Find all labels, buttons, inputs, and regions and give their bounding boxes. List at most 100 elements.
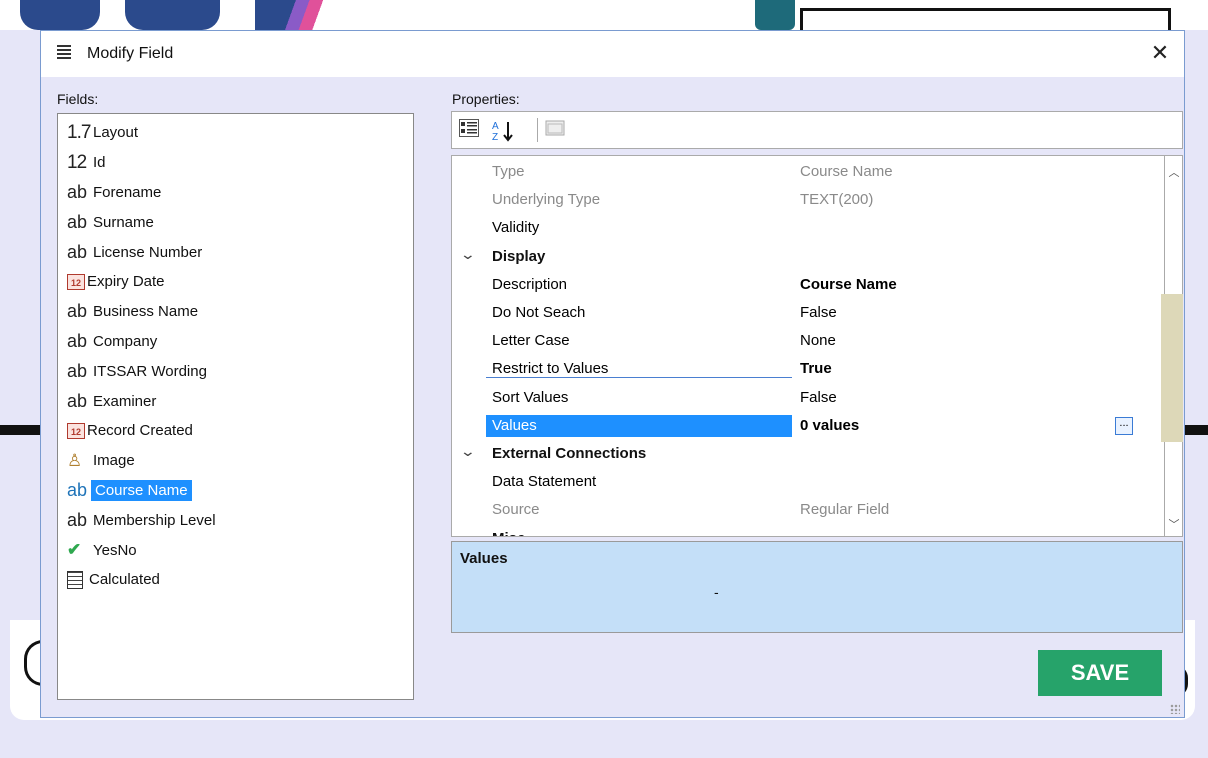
- property-name: Restrict to Values: [486, 360, 792, 379]
- property-name: External Connections: [492, 445, 647, 462]
- field-item-label: Image: [93, 452, 135, 470]
- field-item[interactable]: ab License Number: [58, 237, 413, 267]
- property-category[interactable]: ⌄ Display: [452, 243, 1152, 271]
- fields-list[interactable]: 1.7 Layout 12 Id ab Forename ab Surname ab Licens…: [57, 113, 414, 700]
- close-button[interactable]: ✕: [1148, 41, 1172, 65]
- property-row[interactable]: Type Course Name: [452, 158, 1152, 186]
- property-value[interactable]: True: [800, 360, 832, 377]
- field-item[interactable]: ab Company: [58, 327, 413, 357]
- resize-grip-icon[interactable]: [1170, 704, 1180, 714]
- scrollbar-thumb[interactable]: [1161, 294, 1183, 442]
- field-item-label: Business Name: [93, 303, 199, 321]
- background-app-tab: [125, 0, 220, 30]
- field-item-label: Record Created: [87, 422, 193, 440]
- property-row[interactable]: Letter Case None: [452, 327, 1152, 355]
- property-row[interactable]: Validity: [452, 214, 1152, 242]
- property-value[interactable]: False: [800, 304, 837, 321]
- field-item-label: Company: [93, 332, 158, 350]
- ellipsis-button[interactable]: ...: [1115, 416, 1133, 435]
- background-app-line: [1185, 425, 1208, 435]
- description-title: Values: [460, 550, 508, 567]
- property-value[interactable]: TEXT(200): [800, 191, 873, 208]
- number-type-icon: 1.7: [67, 121, 91, 143]
- categorized-view-icon[interactable]: [458, 119, 480, 141]
- field-item[interactable]: 12 Expiry Date: [58, 267, 413, 297]
- property-row[interactable]: Values0 values...➚: [452, 412, 1152, 440]
- field-item[interactable]: ab Business Name: [58, 297, 413, 327]
- field-item[interactable]: ab Examiner: [58, 386, 413, 416]
- description-text: -: [714, 584, 719, 600]
- property-grid[interactable]: Type Course Name Underlying Type TEXT(200) V…: [451, 155, 1165, 537]
- background-app-banner: [255, 0, 335, 30]
- property-value[interactable]: None: [800, 332, 836, 349]
- field-item-label: Calculated: [89, 571, 160, 589]
- property-category[interactable]: ⌄ External Connections: [452, 440, 1152, 468]
- property-name: Type: [492, 163, 525, 180]
- field-item[interactable]: ab Course Name: [58, 476, 413, 506]
- property-name: Description: [492, 275, 568, 293]
- text-type-icon: ab: [67, 181, 88, 202]
- field-item[interactable]: ♙ Image: [58, 446, 413, 476]
- text-type-icon: ab: [67, 360, 88, 381]
- property-grid-scrollbar[interactable]: ︿ ﹀: [1161, 155, 1183, 537]
- property-value[interactable]: False: [800, 389, 837, 406]
- save-button[interactable]: SAVE: [1038, 650, 1162, 696]
- number-type-icon: 12: [67, 151, 87, 173]
- field-item[interactable]: 12 Id: [58, 148, 413, 178]
- field-item[interactable]: ab ITSSAR Wording: [58, 356, 413, 386]
- field-item[interactable]: ab Surname: [58, 207, 413, 237]
- properties-toolbar: AZ: [451, 111, 1183, 149]
- field-item-label: Forename: [93, 183, 162, 201]
- text-type-icon: ab: [67, 390, 88, 411]
- toolbar-separator: [537, 118, 538, 142]
- text-type-icon: ab: [67, 211, 88, 232]
- chevron-down-icon[interactable]: ⌄: [460, 246, 476, 263]
- dialog-titlebar[interactable]: Modify Field ✕: [41, 31, 1184, 77]
- property-name: Data Statement: [492, 473, 597, 491]
- scroll-down-icon[interactable]: ﹀: [1168, 516, 1180, 531]
- date-type-icon: 12: [67, 273, 85, 290]
- chevron-down-icon[interactable]: ⌄: [460, 443, 476, 460]
- property-row[interactable]: Source Regular Field: [452, 496, 1152, 524]
- property-value[interactable]: Regular Field: [800, 501, 889, 518]
- field-item-label: YesNo: [93, 541, 137, 559]
- field-item-label: Id: [93, 154, 106, 172]
- field-item-label: Expiry Date: [87, 273, 165, 291]
- field-item[interactable]: ab Membership Level: [58, 505, 413, 535]
- field-item[interactable]: ab Forename: [58, 178, 413, 208]
- property-value[interactable]: 0 values: [800, 417, 859, 434]
- sort-alphabetical-icon[interactable]: AZ: [487, 119, 527, 143]
- property-name: Letter Case: [492, 332, 570, 350]
- property-name: Sort Values: [492, 388, 569, 406]
- property-value[interactable]: Course Name: [800, 163, 893, 180]
- property-row[interactable]: Underlying Type TEXT(200): [452, 186, 1152, 214]
- date-type-icon: 12: [67, 422, 85, 439]
- property-name: Display: [492, 247, 546, 265]
- scroll-up-icon[interactable]: ︿: [1168, 164, 1180, 179]
- property-row[interactable]: Do Not Seach False: [452, 299, 1152, 327]
- field-item[interactable]: ✔ YesNo: [58, 535, 413, 565]
- field-item[interactable]: 12 Record Created: [58, 416, 413, 446]
- field-item-label: Surname: [93, 213, 154, 231]
- image-type-icon: ♙: [67, 450, 83, 470]
- property-value[interactable]: Course Name: [800, 276, 897, 293]
- property-row[interactable]: Restrict to Values True: [452, 355, 1152, 383]
- property-row[interactable]: Description Course Name: [452, 271, 1152, 299]
- chevron-down-icon[interactable]: ⌄: [460, 528, 476, 536]
- property-pages-icon[interactable]: [544, 119, 566, 141]
- property-row[interactable]: Sort Values False: [452, 384, 1152, 412]
- property-name: Source: [492, 501, 540, 519]
- text-type-icon: ab: [67, 241, 88, 262]
- property-row[interactable]: Data Statement: [452, 468, 1152, 496]
- property-name: Values: [486, 414, 792, 437]
- property-description-panel: Values -: [451, 541, 1183, 633]
- modify-field-dialog: Modify Field ✕ Fields: 1.7 Layout 12 Id ab Fo…: [40, 30, 1185, 718]
- property-category[interactable]: ⌄ Misc: [452, 525, 1152, 536]
- field-item[interactable]: Calculated: [58, 565, 413, 595]
- field-item-label: Layout: [93, 124, 139, 142]
- field-item-label: License Number: [93, 243, 203, 261]
- field-item-label: ITSSAR Wording: [93, 362, 207, 380]
- field-item[interactable]: 1.7 Layout: [58, 118, 413, 148]
- text-type-icon: ab: [67, 509, 88, 530]
- properties-label: Properties:: [452, 91, 520, 107]
